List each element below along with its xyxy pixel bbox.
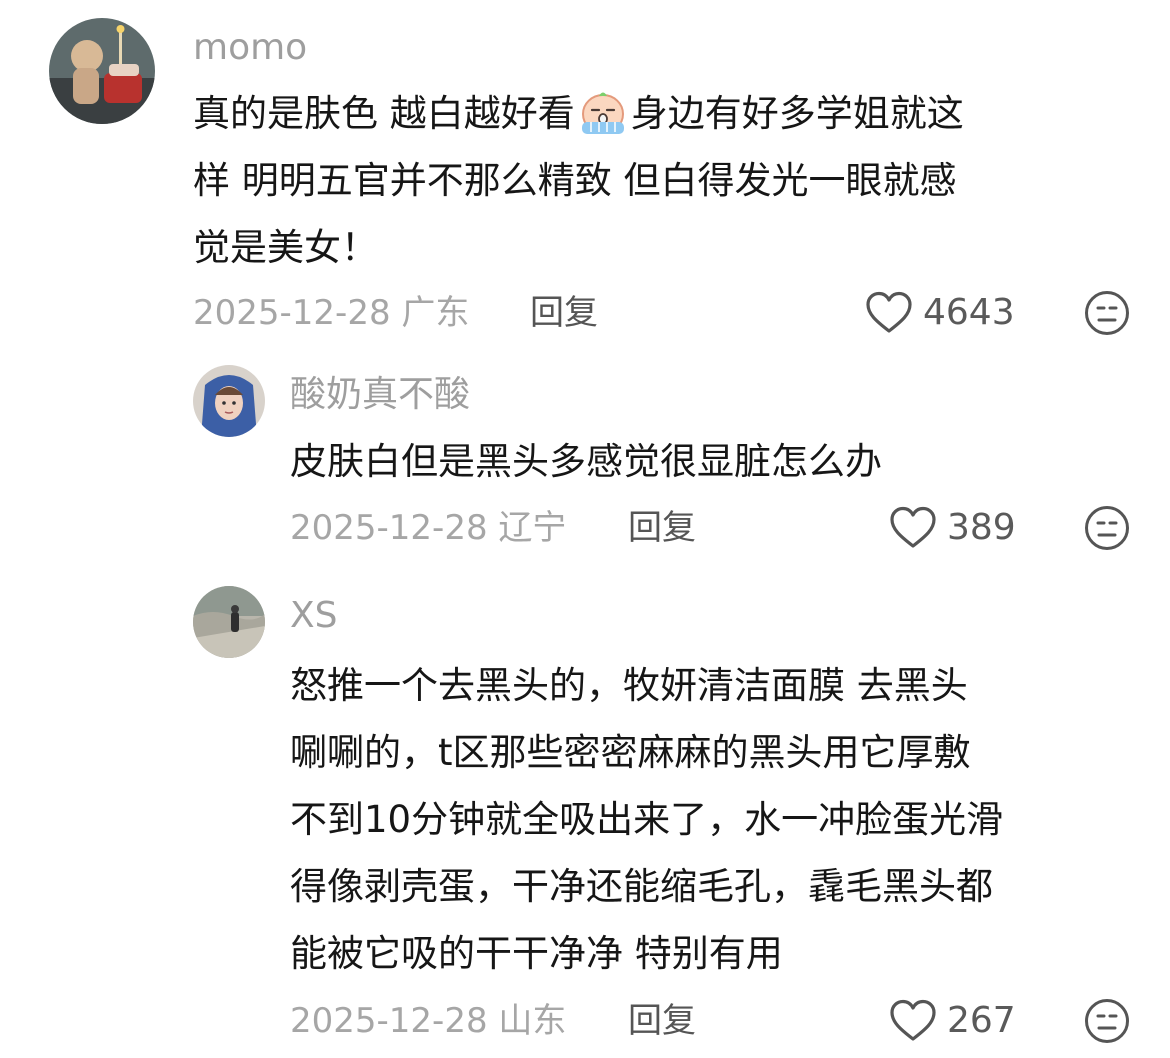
user-avatar[interactable] [193, 586, 265, 658]
comment-text: 皮肤白但是黑头多感觉很显脏怎么办 [290, 428, 1070, 495]
neutral-face-icon [1085, 506, 1129, 550]
comment-text-line: 皮肤白但是黑头多感觉很显脏怎么办 [290, 440, 882, 483]
comment-text: 真的是肤色 越白越好看 身边有好多学姐就这 样 明明五官并不那么精致 但白得发光… [193, 80, 1093, 281]
comment-text-line: 样 明明五官并不那么精致 但白得发光一眼就感 [193, 159, 957, 202]
like-count: 4643 [923, 292, 1015, 333]
comment-meta: 2025-12-28 广东 回复 4643 [0, 288, 1170, 338]
reply-button[interactable]: 回复 [628, 507, 696, 549]
comment-meta: 2025-12-28 山东 回复 267 [0, 996, 1170, 1046]
like-count: 389 [947, 507, 1016, 548]
reply-button[interactable]: 回复 [530, 292, 598, 334]
date-location: 2025-12-28 辽宁 [290, 508, 567, 548]
like-button[interactable]: 267 [889, 996, 1016, 1046]
reply-button[interactable]: 回复 [628, 1000, 696, 1042]
heart-icon [890, 999, 936, 1041]
comment-text-line: 不到10分钟就全吸出来了，水一冲脸蛋光滑 [290, 798, 1004, 841]
comment-text-line: 唰唰的，t区那些密密麻麻的黑头用它厚敷 [290, 731, 971, 774]
neutral-face-icon [1085, 999, 1129, 1043]
comment-meta: 2025-12-28 辽宁 回复 389 [0, 503, 1170, 553]
neutral-face-icon [1085, 291, 1129, 335]
comment-text-line: 身边有好多学姐就这 [630, 92, 964, 135]
like-count: 267 [947, 1000, 1016, 1041]
comment-text: 怒推一个去黑头的，牧妍清洁面膜 去黑头 唰唰的，t区那些密密麻麻的黑头用它厚敷 … [290, 652, 1085, 987]
like-button[interactable]: 389 [889, 503, 1016, 553]
comment-text-line: 觉是美女！ [193, 226, 378, 269]
heart-icon [866, 291, 912, 333]
date-location: 2025-12-28 山东 [290, 1001, 567, 1041]
user-avatar[interactable] [193, 365, 265, 437]
heart-icon [890, 506, 936, 548]
user-avatar[interactable] [49, 18, 155, 124]
like-button[interactable]: 4643 [865, 288, 1015, 338]
comment-text-line: 怒推一个去黑头的，牧妍清洁面膜 去黑头 [290, 664, 968, 707]
username[interactable]: 酸奶真不酸 [290, 373, 470, 417]
dislike-button[interactable] [1084, 998, 1130, 1044]
crying-face-emoji [577, 88, 629, 136]
comment-text-line: 得像剥壳蛋，干净还能缩毛孔，毳毛黑头都 [290, 865, 993, 908]
dislike-button[interactable] [1084, 505, 1130, 551]
comment-text-line: 能被它吸的干干净净 特别有用 [290, 932, 783, 975]
date-location: 2025-12-28 广东 [193, 293, 470, 333]
username[interactable]: momo [193, 26, 307, 70]
username[interactable]: XS [290, 594, 338, 638]
dislike-button[interactable] [1084, 290, 1130, 336]
comment-text-line: 真的是肤色 越白越好看 [193, 92, 575, 135]
